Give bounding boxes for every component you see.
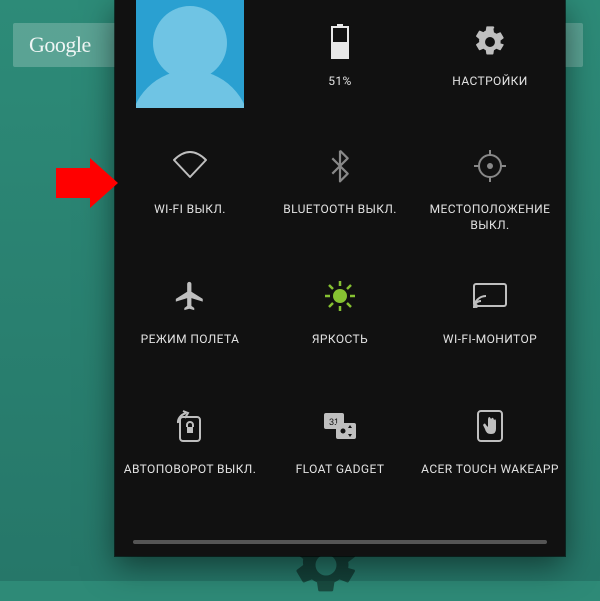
bluetooth-tile[interactable]: BLUETOOTH ВЫКЛ.	[265, 120, 415, 250]
airplane-icon	[173, 279, 207, 313]
float-gadget-icon: 31	[322, 411, 358, 441]
brightness-label: ЯРКОСТЬ	[265, 332, 415, 348]
airplane-tile[interactable]: РЕЖИМ ПОЛЕТА	[115, 250, 265, 380]
google-logo: Google	[29, 32, 91, 58]
gear-icon	[473, 25, 507, 59]
touch-hand-icon	[476, 409, 504, 443]
wifi-off-icon	[171, 151, 209, 181]
airplane-label: РЕЖИМ ПОЛЕТА	[115, 332, 265, 348]
panel-handle[interactable]	[133, 540, 547, 544]
user-avatar-tile[interactable]	[115, 0, 265, 120]
rotation-label: АВТОПОВОРОТ ВЫКЛ.	[115, 462, 265, 478]
cast-icon	[471, 281, 509, 311]
rotation-tile[interactable]: АВТОПОВОРОТ ВЫКЛ.	[115, 380, 265, 510]
battery-icon	[330, 24, 350, 60]
battery-tile[interactable]: 51%	[265, 0, 415, 120]
bluetooth-icon	[329, 149, 351, 183]
rotation-lock-icon	[172, 409, 208, 443]
settings-tile[interactable]: НАСТРОЙКИ	[415, 0, 565, 120]
location-label: МЕСТОПОЛОЖЕНИЕ ВЫКЛ.	[415, 202, 565, 233]
battery-label: 51%	[265, 74, 415, 90]
settings-label: НАСТРОЙКИ	[415, 74, 565, 90]
wifi-monitor-tile[interactable]: WI-FI-МОНИТОР	[415, 250, 565, 380]
location-tile[interactable]: МЕСТОПОЛОЖЕНИЕ ВЫКЛ.	[415, 120, 565, 250]
wifi-label: WI-FI ВЫКЛ.	[115, 202, 265, 218]
wifi-tile[interactable]: WI-FI ВЫКЛ.	[115, 120, 265, 250]
float-gadget-label: FLOAT GADGET	[265, 462, 415, 478]
location-icon	[473, 149, 507, 183]
avatar-icon	[136, 0, 244, 108]
float-gadget-tile[interactable]: 31 FLOAT GADGET	[265, 380, 415, 510]
wakeapp-label: ACER TOUCH WAKEAPP	[415, 462, 565, 478]
quick-settings-panel: 51% НАСТРОЙКИ WI-FI ВЫКЛ.	[115, 0, 565, 556]
brightness-icon	[323, 279, 357, 313]
wakeapp-tile[interactable]: ACER TOUCH WAKEAPP	[415, 380, 565, 510]
bluetooth-label: BLUETOOTH ВЫКЛ.	[265, 202, 415, 218]
brightness-tile[interactable]: ЯРКОСТЬ	[265, 250, 415, 380]
wifi-monitor-label: WI-FI-МОНИТОР	[415, 332, 565, 348]
